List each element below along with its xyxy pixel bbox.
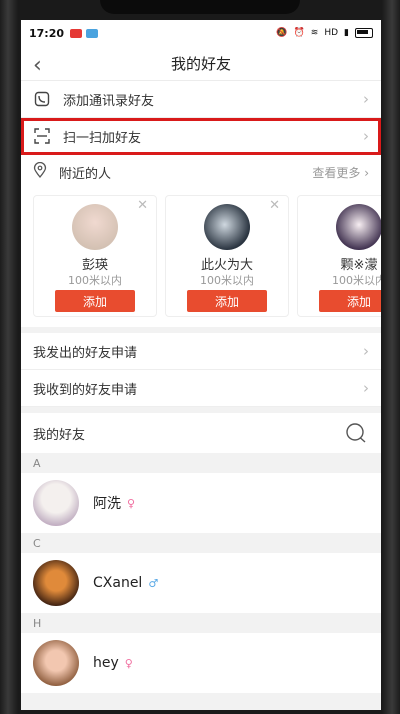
battery-icon — [355, 28, 373, 38]
add-button[interactable]: 添加 — [319, 290, 381, 312]
chevron-right-icon: › — [363, 379, 369, 397]
avatar — [204, 204, 250, 250]
index-letter: A — [21, 453, 381, 473]
add-contacts-row[interactable]: 添加通讯录好友 › — [21, 81, 381, 118]
nearby-distance: 100米以内 — [332, 274, 381, 287]
nearby-cards: ✕ 彭瑛 100米以内 添加 ✕ 此火为大 100米以内 添加 ✕ 颗※濛 10… — [21, 189, 381, 327]
avatar — [336, 204, 381, 250]
nearby-title: 附近的人 — [59, 166, 112, 182]
index-letter: C — [21, 533, 381, 553]
nearby-card[interactable]: ✕ 颗※濛 100米以内 添加 — [297, 195, 381, 317]
add-button[interactable]: 添加 — [187, 290, 267, 312]
nearby-distance: 100米以内 — [200, 274, 254, 287]
nearby-card[interactable]: ✕ 此火为大 100米以内 添加 — [165, 195, 289, 317]
status-bar: 17:20 🔕 ⏰ ≋ HD ▮ — [21, 20, 381, 46]
nav-bar: ‹ 我的好友 — [21, 46, 381, 81]
friend-name: CXanel — [93, 575, 143, 591]
nearby-name: 彭瑛 — [81, 258, 108, 273]
app-notification-icon — [86, 28, 99, 38]
contacts-phone-icon — [33, 90, 51, 108]
my-friends-header: 我的好友 — [21, 413, 381, 453]
avatar — [33, 640, 79, 686]
avatar — [33, 560, 79, 606]
friend-row[interactable]: CXanel ♂ — [21, 553, 381, 613]
sent-requests-label: 我发出的好友申请 — [33, 345, 138, 361]
chevron-right-icon: › — [363, 90, 369, 108]
location-pin-icon — [33, 161, 47, 182]
scan-add-label: 扫一扫加好友 — [63, 130, 142, 146]
nearby-card[interactable]: ✕ 彭瑛 100米以内 添加 — [33, 195, 157, 317]
nearby-distance: 100米以内 — [68, 274, 122, 287]
sent-requests-row[interactable]: 我发出的好友申请 › — [21, 333, 381, 370]
signal-icon: ▮ — [344, 28, 349, 38]
scan-icon — [33, 127, 51, 145]
notification-icon — [70, 28, 83, 38]
female-gender-icon: ♀ — [127, 496, 136, 510]
female-gender-icon: ♀ — [124, 656, 133, 670]
nearby-name: 此火为大 — [200, 258, 253, 273]
nearby-name: 颗※濛 — [340, 258, 378, 273]
see-more-link[interactable]: 查看更多 › — [312, 164, 369, 181]
close-icon[interactable]: ✕ — [137, 198, 148, 213]
add-contacts-label: 添加通讯录好友 — [63, 93, 155, 109]
see-more-label: 查看更多 — [312, 165, 361, 180]
add-button[interactable]: 添加 — [55, 290, 135, 312]
male-gender-icon: ♂ — [148, 576, 159, 590]
received-requests-label: 我收到的好友申请 — [33, 382, 138, 398]
phone-notch — [100, 0, 300, 14]
alarm-icon: ⏰ — [293, 28, 305, 38]
friend-row[interactable]: hey ♀ — [21, 633, 381, 693]
avatar — [33, 480, 79, 526]
mute-icon: 🔕 — [276, 28, 288, 38]
status-time: 17:20 — [29, 26, 65, 40]
friend-name: 阿洗 — [93, 496, 121, 512]
nearby-header: 附近的人 查看更多 › — [21, 155, 381, 189]
friend-row[interactable]: 阿洗 ♀ — [21, 473, 381, 533]
avatar — [72, 204, 118, 250]
friend-name: hey — [93, 655, 119, 671]
back-arrow-icon[interactable]: ‹ — [33, 53, 42, 78]
my-friends-title: 我的好友 — [33, 427, 86, 443]
phone-screen: 17:20 🔕 ⏰ ≋ HD ▮ ‹ 我的好友 添加通讯录好友 › 扫一扫加好友… — [21, 20, 381, 710]
index-letter: H — [21, 613, 381, 633]
page-title: 我的好友 — [170, 54, 231, 73]
network-label: HD — [324, 28, 339, 38]
close-icon[interactable]: ✕ — [269, 198, 280, 213]
chevron-right-icon: › — [363, 127, 369, 145]
chevron-right-icon: › — [363, 342, 369, 360]
received-requests-row[interactable]: 我收到的好友申请 › — [21, 370, 381, 407]
wifi-icon: ≋ — [310, 28, 319, 38]
search-icon[interactable] — [345, 423, 367, 447]
scan-add-row[interactable]: 扫一扫加好友 › — [21, 118, 381, 155]
